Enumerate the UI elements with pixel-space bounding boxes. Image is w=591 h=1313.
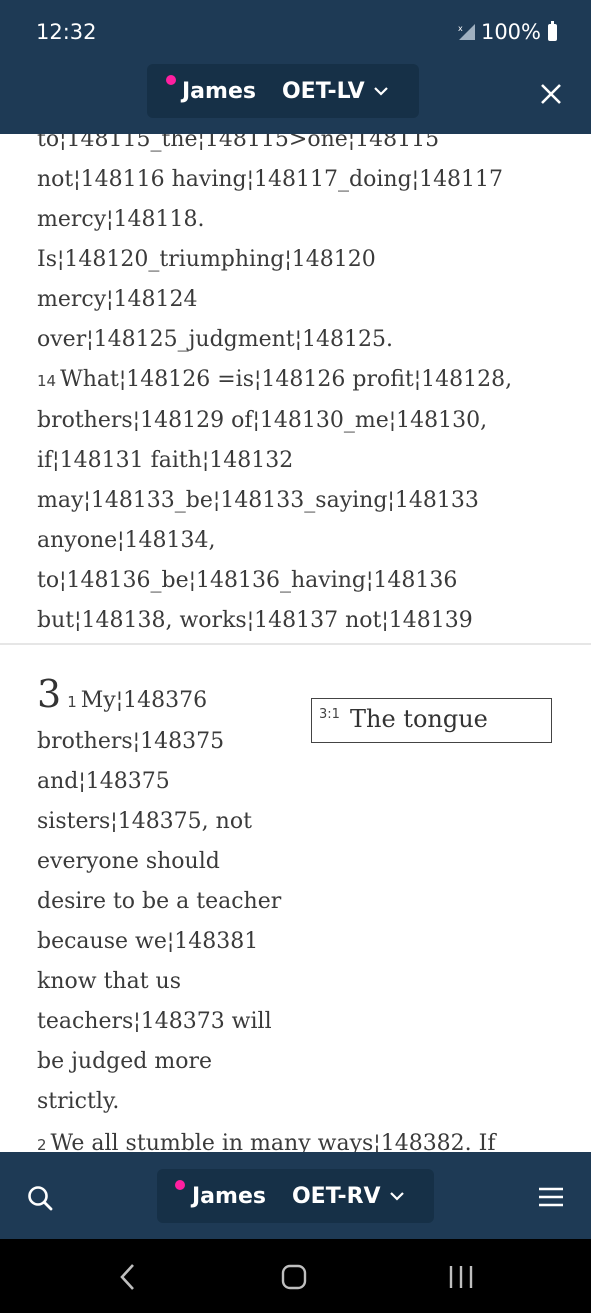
status-bar: 12:32 x 100% — [0, 0, 591, 64]
battery-percent: 100% — [480, 20, 541, 44]
book-name: James — [182, 78, 256, 104]
rv-line: and¦148375 — [37, 769, 170, 794]
verse-number: 2 — [37, 1136, 47, 1152]
rv-line: everyone should — [37, 849, 220, 874]
lv-line: may¦148133_be¦148133_saying¦148133 — [37, 488, 479, 513]
lv-line: but¦148138, works¦148137 not¦148139 — [37, 608, 473, 633]
book-name: James — [192, 1183, 266, 1209]
chevron-down-icon — [389, 1192, 404, 1201]
pane-divider[interactable] — [0, 643, 591, 645]
version-name: OET-RV — [291, 1183, 381, 1209]
lv-line: if¦148131 faith¦148132 — [37, 448, 294, 473]
lv-line: anyone¦148134, — [37, 528, 216, 553]
rv-line: sisters¦148375, not — [37, 809, 252, 834]
lv-line: to¦148136_be¦148136_having¦148136 — [37, 568, 458, 593]
lv-line: not¦148116 having¦148117_doing¦148117 — [37, 167, 504, 192]
section-ref: 3:1 — [319, 707, 340, 722]
rv-line: teachers¦148373 will — [37, 1009, 272, 1034]
verse-number: 1 — [67, 693, 77, 711]
search-icon[interactable] — [26, 1184, 54, 1212]
rv-line: be judged more — [37, 1049, 212, 1074]
nav-recents-icon[interactable] — [448, 1264, 474, 1290]
active-dot — [175, 1180, 185, 1190]
active-dot — [166, 75, 176, 85]
reading-pane[interactable]: to¦148115_the¦148115>one¦148115 not¦1481… — [0, 134, 591, 1152]
version-name: OET-LV — [281, 78, 365, 104]
signal-icon: x — [458, 24, 475, 40]
rv-line: strictly. — [37, 1089, 120, 1114]
hamburger-menu-icon[interactable] — [538, 1186, 564, 1208]
rv-line: desire to be a teacher — [37, 889, 282, 914]
close-icon[interactable] — [539, 82, 563, 106]
lv-line: mercy¦148118. — [37, 207, 205, 232]
rv-line: because we¦148381 — [37, 929, 259, 954]
svg-text:x: x — [458, 24, 463, 33]
lv-version-selector[interactable]: James OET-LV — [147, 64, 419, 118]
nav-home-icon[interactable] — [281, 1264, 307, 1290]
section-title: The tongue — [350, 705, 488, 733]
status-right: x 100% — [457, 20, 557, 44]
chapter-number: 3 — [37, 672, 62, 716]
lv-passage: to¦148115_the¦148115>one¦148115 not¦1481… — [37, 134, 557, 641]
rv-passage: 3 1 My¦148376 brothers¦148375 and¦148375 s… — [37, 674, 297, 1122]
chevron-down-icon — [373, 87, 388, 96]
rv-version-selector[interactable]: James OET-RV — [157, 1169, 434, 1223]
rv-line: 3 1 My¦148376 — [37, 672, 208, 716]
cut-off-line: to¦148115_the¦148115>one¦148115 — [37, 134, 440, 152]
lv-line: over¦148125_judgment¦148125. — [37, 327, 394, 352]
lv-line: mercy¦148124 — [37, 287, 198, 312]
rv-line: 2 We all stumble in many ways¦148382. If — [37, 1131, 496, 1152]
lv-line: Is¦148120_triumphing¦148120 — [37, 247, 376, 272]
rv-line: brothers¦148375 — [37, 729, 225, 754]
status-time: 12:32 — [36, 20, 97, 44]
lv-line: 14 What¦148126 =is¦148126 profit¦148128, — [37, 367, 513, 392]
verse-number: 14 — [37, 372, 57, 390]
section-heading-box: 3:1 The tongue — [311, 698, 552, 743]
rv-line: know that us — [37, 969, 181, 994]
lv-line: brothers¦148129 of¦148130_me¦148130, — [37, 408, 488, 433]
nav-back-icon[interactable] — [118, 1262, 138, 1292]
battery-icon — [548, 20, 557, 41]
